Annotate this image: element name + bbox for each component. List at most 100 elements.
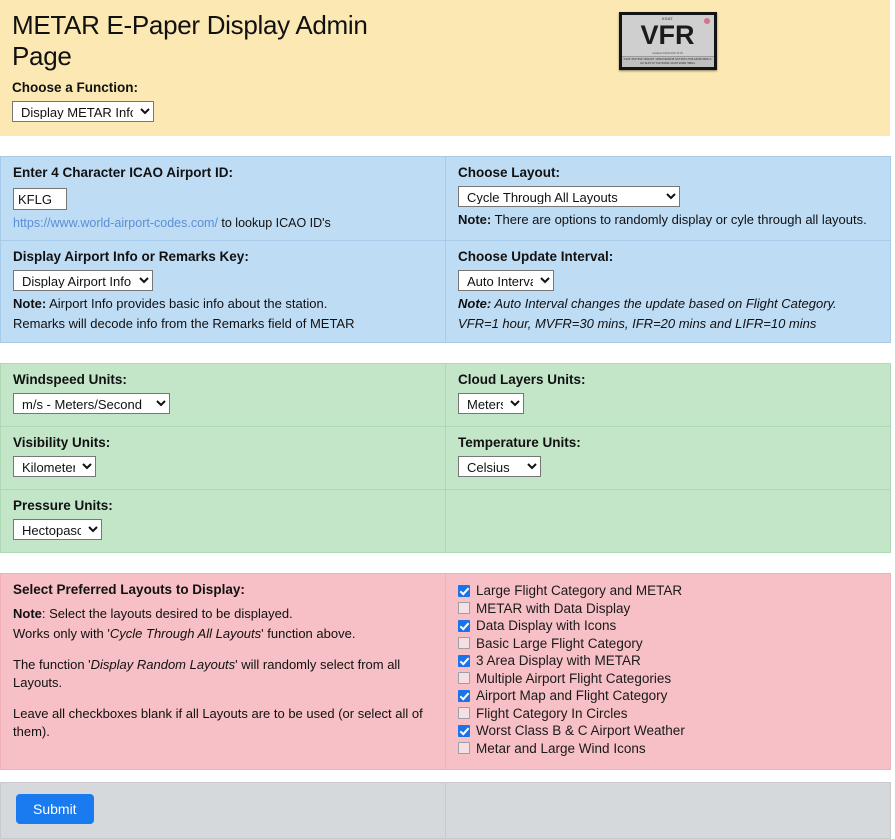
spacer-3 — [0, 553, 890, 574]
function-select[interactable]: Display METAR Info — [12, 101, 154, 122]
checkbox-unchecked-icon[interactable] — [458, 637, 470, 650]
device-preview-image: KSAT VFR Updated 2022/12/05 13:29 KSAT 0… — [618, 12, 717, 70]
layout-checkbox-list: Large Flight Category and METAR METAR wit… — [458, 582, 878, 755]
pressure-empty-cell — [445, 489, 891, 554]
cloud-select[interactable]: Meters — [458, 393, 524, 415]
interval-note-line1: Note: Auto Interval changes the update b… — [458, 295, 878, 313]
submit-cell: Submit — [0, 782, 446, 839]
pink-note-line2a: Works only with ' — [13, 625, 110, 641]
pink-note-line1: Note: Select the layouts desired to be d… — [13, 605, 433, 623]
footer-section: Submit — [0, 782, 891, 839]
layout-note-bold: Note: — [458, 212, 492, 227]
airportinfo-select[interactable]: Display Airport Info — [13, 270, 153, 291]
windspeed-cell: Windspeed Units: m/s - Meters/Second — [0, 363, 446, 428]
airportinfo-note-line2: Remarks will decode info from the Remark… — [13, 315, 355, 331]
icao-label: Enter 4 Character ICAO Airport ID: — [13, 165, 234, 180]
layout-checkbox-label: Large Flight Category and METAR — [476, 583, 683, 599]
layout-checkbox-label: Airport Map and Flight Category — [476, 688, 668, 704]
units-section: Windspeed Units: m/s - Meters/Second Clo… — [0, 363, 891, 554]
visibility-cell: Visibility Units: Kilometers — [0, 426, 446, 491]
submit-button[interactable]: Submit — [16, 794, 94, 825]
airport-settings-section: Enter 4 Character ICAO Airport ID: https… — [0, 156, 891, 344]
layout-select[interactable]: Cycle Through All Layouts — [458, 186, 680, 207]
layout-info-cell: Select Preferred Layouts to Display: Not… — [0, 573, 446, 771]
device-flight-category: VFR — [640, 20, 695, 51]
row-windspeed-cloud: Windspeed Units: m/s - Meters/Second Clo… — [0, 363, 891, 428]
checkbox-unchecked-icon[interactable] — [458, 742, 470, 755]
layout-checkbox-row[interactable]: Worst Class B & C Airport Weather — [458, 724, 878, 738]
device-status-dot-icon — [703, 18, 710, 24]
layout-checkbox-label: 3 Area Display with METAR — [476, 653, 641, 669]
layout-checkbox-label: Multiple Airport Flight Categories — [476, 670, 672, 686]
layout-note: Note: There are options to randomly disp… — [458, 211, 878, 229]
temperature-label: Temperature Units: — [458, 435, 581, 451]
interval-note-text: Auto Interval changes the update based o… — [491, 296, 837, 311]
pressure-select[interactable]: Hectopascal — [13, 519, 102, 541]
layout-checkbox-label: Basic Large Flight Category — [476, 635, 643, 651]
device-caption: Updated 2022/12/05 13:29 — [652, 52, 683, 56]
icao-input[interactable] — [13, 188, 67, 210]
interval-note-line2: VFR=1 hour, MVFR=30 mins, IFR=20 mins an… — [458, 315, 817, 331]
row-icao-layout: Enter 4 Character ICAO Airport ID: https… — [0, 156, 891, 241]
pressure-cell: Pressure Units: Hectopascal — [0, 489, 446, 554]
pink-note-bold: Note — [13, 606, 42, 622]
checkbox-checked-icon[interactable] — [458, 584, 470, 597]
function-label: Choose a Function: — [12, 80, 138, 95]
footer-empty-cell — [445, 782, 891, 839]
visibility-select[interactable]: Kilometers — [13, 456, 96, 478]
device-metar-text: KSAT 051753Z 15012KT 10SM FEW045 SCT250 … — [621, 56, 714, 67]
airportinfo-label: Display Airport Info or Remarks Key: — [13, 249, 249, 264]
row-submit: Submit — [0, 782, 891, 839]
layout-checkbox-row[interactable]: Flight Category In Circles — [458, 707, 878, 721]
layout-checkbox-row[interactable]: Multiple Airport Flight Categories — [458, 672, 878, 686]
pink-para2: The function 'Display Random Layouts' wi… — [13, 656, 433, 691]
preferred-layouts-title: Select Preferred Layouts to Display: — [13, 582, 245, 598]
interval-cell: Choose Update Interval: Auto Interval No… — [445, 239, 891, 344]
layout-checkbox-row[interactable]: METAR with Data Display — [458, 602, 878, 616]
row-pressure: Pressure Units: Hectopascal — [0, 489, 891, 554]
pink-para2-italic: Display Random Layouts — [90, 657, 236, 673]
layout-checkbox-label: Metar and Large Wind Icons — [476, 740, 646, 756]
layout-checkbox-row[interactable]: Large Flight Category and METAR — [458, 584, 878, 598]
checkbox-checked-icon[interactable] — [458, 619, 470, 632]
airportinfo-note-text: Airport Info provides basic info about t… — [46, 296, 328, 311]
temperature-cell: Temperature Units: Celsius — [445, 426, 891, 491]
icao-cell: Enter 4 Character ICAO Airport ID: https… — [0, 156, 446, 241]
checkbox-unchecked-icon[interactable] — [458, 672, 470, 685]
interval-select[interactable]: Auto Interval — [458, 270, 554, 291]
layout-checkbox-label: Flight Category In Circles — [476, 705, 628, 721]
spacer-2 — [0, 343, 890, 364]
layout-checkbox-row[interactable]: Data Display with Icons — [458, 619, 878, 633]
temperature-select[interactable]: Celsius — [458, 456, 541, 478]
header-section: METAR E-Paper Display Admin Page Choose … — [0, 0, 890, 136]
checkbox-checked-icon[interactable] — [458, 654, 470, 667]
windspeed-select[interactable]: m/s - Meters/Second — [13, 393, 170, 415]
icao-lookup-suffix: to lookup ICAO ID's — [217, 216, 331, 230]
layout-checkbox-row[interactable]: Airport Map and Flight Category — [458, 689, 878, 703]
pink-para2a: The function ' — [13, 657, 91, 673]
checkbox-checked-icon[interactable] — [458, 724, 470, 737]
cloud-cell: Cloud Layers Units: Meters — [445, 363, 891, 428]
layout-cell: Choose Layout: Cycle Through All Layouts… — [445, 156, 891, 241]
pink-note-line2-italic: Cycle Through All Layouts — [109, 625, 262, 641]
airportinfo-note-line1: Note: Airport Info provides basic info a… — [13, 295, 433, 313]
pink-note-text: : Select the layouts desired to be displ… — [41, 606, 293, 622]
checkbox-unchecked-icon[interactable] — [458, 707, 470, 720]
layout-checkbox-row[interactable]: Basic Large Flight Category — [458, 637, 878, 651]
layout-label: Choose Layout: — [458, 165, 561, 180]
row-layout-prefs: Select Preferred Layouts to Display: Not… — [0, 573, 891, 771]
layout-checkbox-label: Data Display with Icons — [476, 618, 617, 634]
airportinfo-cell: Display Airport Info or Remarks Key: Dis… — [0, 239, 446, 344]
windspeed-label: Windspeed Units: — [13, 372, 127, 388]
checkbox-checked-icon[interactable] — [458, 689, 470, 702]
row-airportinfo-interval: Display Airport Info or Remarks Key: Dis… — [0, 239, 891, 344]
icao-lookup-link[interactable]: https://www.world-airport-codes.com/ — [13, 216, 218, 230]
layout-checkbox-row[interactable]: 3 Area Display with METAR — [458, 654, 878, 668]
layout-checkbox-label: Worst Class B & C Airport Weather — [476, 723, 685, 739]
layout-checkbox-row[interactable]: Metar and Large Wind Icons — [458, 742, 878, 756]
layout-note-text: There are options to randomly display or… — [491, 212, 867, 227]
pink-note-line2b: ' function above. — [261, 625, 356, 641]
checkbox-unchecked-icon[interactable] — [458, 602, 470, 615]
visibility-label: Visibility Units: — [13, 435, 111, 451]
pressure-label: Pressure Units: — [13, 498, 113, 514]
